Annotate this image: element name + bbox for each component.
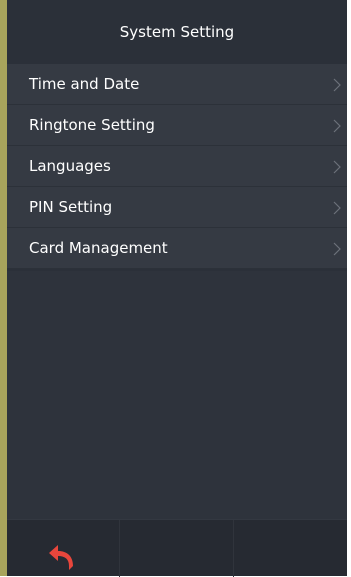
empty-content-area bbox=[7, 271, 347, 519]
menu-item-label: Languages bbox=[29, 157, 111, 175]
menu-item-time-and-date[interactable]: Time and Date bbox=[7, 64, 347, 105]
menu-item-ringtone-setting[interactable]: Ringtone Setting bbox=[7, 105, 347, 146]
menu-item-card-management[interactable]: Card Management bbox=[7, 228, 347, 269]
bottom-toolbar bbox=[7, 519, 347, 577]
menu-item-label: Ringtone Setting bbox=[29, 116, 155, 134]
chevron-right-icon bbox=[333, 78, 341, 92]
settings-menu: Time and Date Ringtone Setting Languages… bbox=[7, 64, 347, 269]
chevron-right-icon bbox=[333, 242, 341, 256]
back-arrow-icon[interactable] bbox=[47, 542, 77, 572]
device-edge bbox=[347, 0, 351, 576]
chevron-right-icon bbox=[333, 119, 341, 133]
page-title: System Setting bbox=[7, 0, 347, 64]
screen: System Setting Time and Date Ringtone Se… bbox=[7, 0, 347, 577]
menu-item-label: Card Management bbox=[29, 239, 168, 257]
toolbar-cell bbox=[120, 520, 234, 577]
toolbar-cell bbox=[234, 520, 347, 577]
menu-item-label: PIN Setting bbox=[29, 198, 113, 216]
menu-item-languages[interactable]: Languages bbox=[7, 146, 347, 187]
device-bezel bbox=[0, 0, 7, 576]
menu-item-pin-setting[interactable]: PIN Setting bbox=[7, 187, 347, 228]
menu-item-label: Time and Date bbox=[29, 75, 140, 93]
chevron-right-icon bbox=[333, 160, 341, 174]
device-frame: System Setting Time and Date Ringtone Se… bbox=[0, 0, 351, 577]
chevron-right-icon bbox=[333, 201, 341, 215]
